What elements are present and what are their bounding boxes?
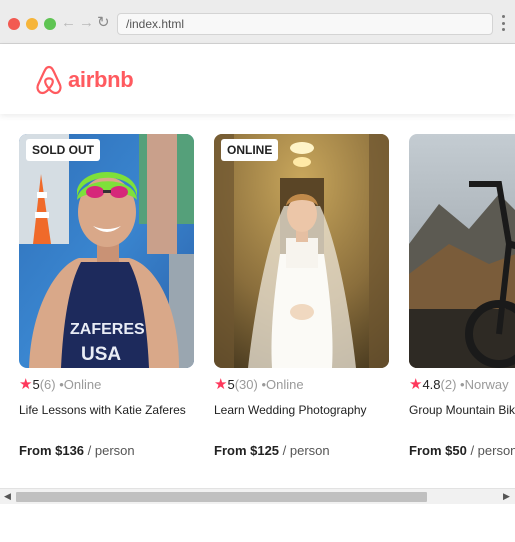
- horizontal-scrollbar[interactable]: ◀ ▶: [0, 488, 515, 504]
- price-value: From $136: [19, 443, 85, 458]
- experience-card[interactable]: ZAFERES USA SOLD OUT ★5(6) •Online Life …: [19, 134, 194, 458]
- rating-row: ★5(30) •Online: [214, 377, 389, 393]
- athlete-photo: ZAFERES USA SOLD OUT: [19, 134, 194, 368]
- location: •Online: [59, 377, 102, 392]
- price-unit: / person: [87, 443, 135, 458]
- star-icon: ★: [214, 376, 228, 393]
- price-unit: / person: [470, 443, 515, 458]
- brand-name: airbnb: [68, 67, 134, 92]
- location: •Norway: [460, 377, 509, 392]
- maximize-window-button[interactable]: [44, 18, 56, 30]
- star-icon: ★: [409, 376, 423, 393]
- rating-row: ★4.8(2) •Norway: [409, 377, 515, 393]
- experience-title[interactable]: Life Lessons with Katie Zaferes: [19, 403, 194, 431]
- rating-row: ★5(6) •Online: [19, 377, 194, 393]
- svg-text:ZAFERES: ZAFERES: [70, 321, 145, 338]
- svg-text:USA: USA: [81, 344, 121, 365]
- price-row: From $125 / person: [214, 443, 389, 458]
- star-icon: ★: [19, 376, 33, 393]
- experience-card[interactable]: ONLINE ★5(30) •Online Learn Wedding Phot…: [214, 134, 389, 458]
- minimize-window-button[interactable]: [26, 18, 38, 30]
- status-badge: SOLD OUT: [26, 139, 100, 161]
- review-count: (6): [39, 377, 56, 392]
- price-unit: / person: [282, 443, 330, 458]
- rating-value: 4.8: [422, 377, 441, 392]
- browser-toolbar: ← → ↻ /index.html: [0, 0, 515, 44]
- rating-value: 5: [227, 377, 235, 392]
- experience-title[interactable]: Group Mountain Biking: [409, 403, 515, 431]
- address-bar[interactable]: /index.html: [117, 13, 493, 35]
- experience-card[interactable]: ★4.8(2) •Norway Group Mountain Biking Fr…: [409, 134, 515, 458]
- scroll-left-icon[interactable]: ◀: [4, 491, 11, 502]
- airbnb-belo-icon: [36, 65, 62, 95]
- kebab-menu-icon[interactable]: [500, 15, 506, 31]
- airbnb-logo[interactable]: airbnb: [34, 64, 134, 96]
- mountain-bike-photo: [409, 134, 515, 368]
- scroll-right-icon[interactable]: ▶: [503, 491, 510, 502]
- bride-photo: ONLINE: [214, 134, 389, 368]
- site-header: airbnb: [0, 44, 515, 114]
- review-count: (2): [440, 377, 457, 392]
- price-value: From $125: [214, 443, 280, 458]
- reload-icon[interactable]: ↻: [97, 14, 110, 32]
- arrow-left-icon[interactable]: ←: [61, 14, 76, 32]
- price-row: From $50 / person: [409, 443, 515, 458]
- review-count: (30): [234, 377, 258, 392]
- experience-title[interactable]: Learn Wedding Photography: [214, 403, 389, 431]
- scrollbar-thumb[interactable]: [16, 492, 427, 502]
- price-row: From $136 / person: [19, 443, 194, 458]
- experience-carousel: ZAFERES USA SOLD OUT ★5(6) •Online Life …: [0, 114, 515, 486]
- arrow-right-icon[interactable]: →: [79, 14, 94, 32]
- location: •Online: [261, 377, 304, 392]
- status-badge: ONLINE: [221, 139, 279, 161]
- close-window-button[interactable]: [8, 18, 20, 30]
- price-value: From $50: [409, 443, 467, 458]
- rating-value: 5: [32, 377, 40, 392]
